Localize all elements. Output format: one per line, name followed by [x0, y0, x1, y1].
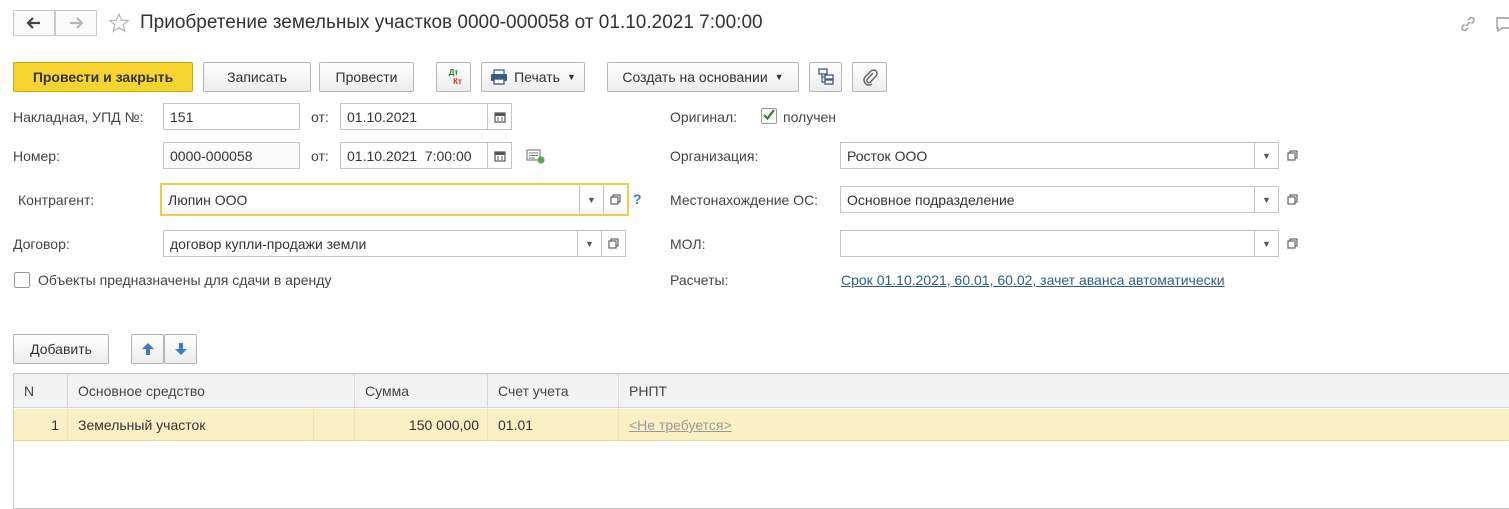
forward-button[interactable] — [55, 10, 97, 36]
post-and-close-button[interactable]: Провести и закрыть — [13, 62, 193, 92]
number-date-from-label: от: — [311, 148, 329, 164]
invoice-label: Накладная, УПД №: — [13, 109, 144, 125]
column-header-account[interactable]: Счет учета — [488, 374, 619, 408]
organization-field[interactable]: Росток ООО ▼ — [840, 142, 1279, 169]
attachments-button[interactable] — [852, 62, 887, 92]
structure-button[interactable] — [809, 62, 842, 92]
table-header: N Основное средство Сумма Счет учета РНП… — [14, 374, 1509, 408]
counterparty-field[interactable]: Люпин ООО ▼ — [160, 183, 629, 216]
print-label: Печать — [514, 69, 560, 85]
invoice-date-from-label: от: — [311, 109, 329, 125]
calendar-icon[interactable] — [487, 143, 511, 168]
invoice-number-field[interactable]: 151 — [163, 103, 300, 130]
dt-label: Дт — [448, 68, 459, 77]
contract-value: договор купли-продажи земли — [170, 235, 367, 252]
location-field[interactable]: Основное подразделение ▼ — [840, 186, 1279, 213]
paperclip-icon — [862, 69, 878, 86]
open-icon[interactable] — [603, 185, 627, 214]
number-value: 0000-000058 — [170, 147, 253, 164]
original-label: Оригинал: — [670, 109, 737, 125]
printer-icon — [491, 69, 508, 85]
organization-label: Организация: — [670, 148, 759, 164]
calendar-icon[interactable] — [487, 104, 511, 129]
chevron-down-icon: ▼ — [566, 72, 576, 82]
number-datetime-value: 01.10.2021 7:00:00 — [347, 147, 472, 164]
checkmark-icon — [763, 109, 775, 121]
column-header-rnpt[interactable]: РНПТ — [619, 374, 1509, 408]
cell-n: 1 — [14, 409, 68, 441]
organization-value: Росток ООО — [847, 147, 928, 164]
contract-label: Договор: — [13, 236, 70, 252]
kt-label: Кт — [453, 77, 462, 86]
location-open-icon[interactable] — [1282, 186, 1302, 213]
chevron-down-icon[interactable]: ▼ — [579, 185, 603, 214]
location-label: Местонахождение ОС: — [670, 192, 819, 208]
rental-checkbox-label: Объекты предназначены для сдачи в аренду — [38, 272, 332, 288]
chevron-down-icon[interactable]: ▼ — [1254, 231, 1278, 256]
counterparty-label: Контрагент: — [18, 192, 95, 208]
original-received-label: получен — [783, 109, 837, 125]
chevron-down-icon[interactable]: ▼ — [1254, 143, 1278, 168]
column-header-sum[interactable]: Сумма — [355, 374, 488, 408]
invoice-date-value: 01.10.2021 — [347, 108, 418, 125]
original-received-checkbox[interactable] — [761, 108, 777, 124]
number-datetime-field[interactable]: 01.10.2021 7:00:00 — [340, 142, 512, 169]
counterparty-value: Люпин ООО — [168, 191, 248, 208]
column-header-asset[interactable]: Основное средство — [68, 374, 355, 408]
mol-label: МОЛ: — [670, 236, 706, 252]
number-field[interactable]: 0000-000058 — [163, 142, 300, 169]
more-menu-icon[interactable] — [1494, 14, 1509, 34]
forward-arrow-icon — [70, 17, 84, 29]
cell-account: 01.01 — [488, 409, 619, 441]
column-header-n[interactable]: N — [14, 374, 68, 408]
chevron-down-icon[interactable]: ▼ — [577, 231, 601, 256]
mol-open-icon[interactable] — [1282, 230, 1302, 257]
add-row-button[interactable]: Добавить — [13, 334, 109, 364]
settlements-label: Расчеты: — [670, 272, 729, 288]
organization-open-icon[interactable] — [1282, 142, 1302, 169]
chevron-down-icon[interactable]: ▼ — [1254, 187, 1278, 212]
assets-table[interactable]: N Основное средство Сумма Счет учета РНП… — [13, 373, 1509, 509]
move-down-button[interactable] — [164, 334, 197, 364]
settlements-link[interactable]: Срок 01.10.2021, 60.01, 60.02, зачет ава… — [841, 272, 1225, 288]
mol-field[interactable]: ▼ — [840, 230, 1279, 257]
print-button[interactable]: Печать ▼ — [481, 62, 585, 92]
back-button[interactable] — [13, 10, 55, 36]
rnpt-not-required-link[interactable]: <Не требуется> — [629, 417, 732, 433]
contract-field[interactable]: договор купли-продажи земли ▼ — [163, 230, 626, 257]
cell-asset-extra — [314, 409, 355, 441]
arrow-up-icon — [141, 343, 154, 355]
invoice-number-value: 151 — [170, 108, 194, 125]
back-arrow-icon — [26, 17, 40, 29]
structure-icon — [817, 68, 834, 85]
dt-kt-button[interactable]: Дт Кт — [436, 62, 471, 92]
chevron-down-icon: ▼ — [774, 72, 784, 82]
create-based-on-button[interactable]: Создать на основании ▼ — [607, 62, 799, 92]
location-value: Основное подразделение — [847, 191, 1015, 208]
move-up-button[interactable] — [131, 334, 164, 364]
create-based-on-label: Создать на основании — [622, 69, 768, 85]
link-icon[interactable] — [1458, 14, 1478, 34]
page-title: Приобретение земельных участков 0000-000… — [140, 12, 763, 33]
invoice-date-field[interactable]: 01.10.2021 — [340, 103, 512, 130]
arrow-down-icon — [174, 343, 187, 355]
help-icon[interactable]: ? — [633, 191, 642, 207]
cell-rnpt[interactable]: <Не требуется> — [619, 409, 1509, 441]
save-button[interactable]: Записать — [203, 62, 311, 92]
cell-sum: 150 000,00 — [355, 409, 488, 441]
open-icon[interactable] — [601, 231, 625, 256]
post-button[interactable]: Провести — [319, 62, 414, 92]
cell-asset: Земельный участок — [68, 409, 314, 441]
star-icon[interactable] — [108, 12, 130, 34]
number-label: Номер: — [13, 148, 60, 164]
comment-icon[interactable] — [526, 148, 546, 164]
table-row[interactable]: 1 Земельный участок 150 000,00 01.01 <Не… — [14, 409, 1509, 441]
rental-checkbox[interactable] — [14, 272, 30, 288]
